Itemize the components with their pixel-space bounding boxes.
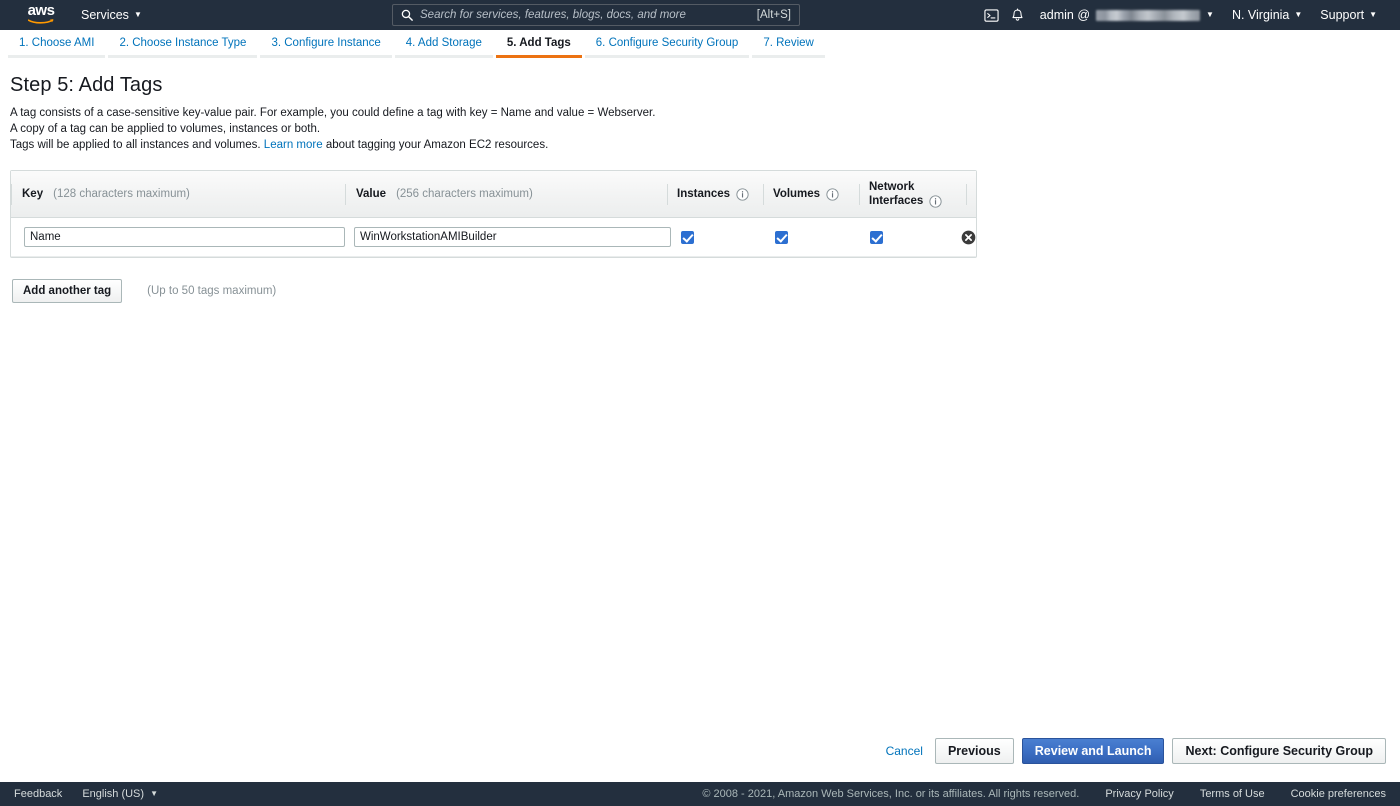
tag-network-interfaces-cell	[856, 230, 961, 244]
aws-logo-text: aws	[27, 2, 55, 19]
description-line-3: Tags will be applied to all instances an…	[10, 137, 1400, 153]
global-navigation-bar: aws Services ▼ [Alt+S]	[0, 0, 1400, 30]
bell-icon	[1012, 8, 1023, 21]
account-id-redacted	[1096, 9, 1201, 21]
tag-limit-hint: (Up to 50 tags maximum)	[147, 285, 277, 297]
tag-value-input[interactable]	[354, 227, 671, 247]
column-header-value-hint: (256 characters maximum)	[396, 188, 533, 200]
tag-key-input[interactable]	[24, 227, 345, 247]
tag-table-body	[11, 218, 976, 257]
tag-value-cell	[345, 227, 671, 247]
tag-network-interfaces-checkbox[interactable]	[869, 230, 883, 244]
copyright-text: © 2008 - 2021, Amazon Web Services, Inc.…	[702, 788, 1080, 800]
search-input[interactable]	[420, 9, 751, 21]
info-circle-icon[interactable]	[929, 194, 942, 208]
column-header-volumes: Volumes	[763, 171, 859, 217]
info-circle-icon[interactable]	[736, 187, 749, 201]
search-icon	[401, 9, 413, 21]
description-line-1: A tag consists of a case-sensitive key-v…	[10, 107, 656, 119]
tab-configure-instance[interactable]: 3. Configure Instance	[260, 31, 392, 58]
column-header-key-label: Key	[22, 188, 44, 200]
tag-volumes-cell	[761, 230, 855, 244]
description-line-2: A copy of a tag can be applied to volume…	[10, 123, 321, 135]
tag-key-cell	[11, 227, 345, 247]
tab-choose-ami[interactable]: 1. Choose AMI	[8, 31, 106, 58]
account-menu[interactable]: admin @ ▼	[1031, 0, 1223, 30]
tab-review[interactable]: 7. Review	[752, 31, 825, 58]
column-header-instances-label: Instances	[677, 188, 731, 200]
language-picker[interactable]: English (US) ▼	[82, 788, 158, 800]
column-header-network-interfaces-label-line2: Interfaces	[869, 195, 924, 207]
learn-more-link[interactable]: Learn more	[264, 139, 323, 151]
support-menu[interactable]: Support ▼	[1311, 0, 1386, 30]
aws-logo-swoosh-icon	[28, 19, 54, 24]
global-nav-right-group: admin @ ▼ N. Virginia ▼ Support ▼	[979, 0, 1400, 30]
description-line-3-pre: Tags will be applied to all instances an…	[10, 139, 261, 151]
footer-left-group: Feedback English (US) ▼	[0, 788, 158, 800]
cloudshell-terminal-icon	[984, 8, 999, 22]
next-configure-security-group-button[interactable]: Next: Configure Security Group	[1172, 738, 1386, 764]
chevron-down-icon: ▼	[133, 10, 142, 19]
chevron-down-icon: ▼	[1369, 10, 1377, 19]
notifications-button[interactable]	[1005, 0, 1031, 30]
tag-remove-cell	[961, 230, 976, 245]
column-header-instances: Instances	[667, 171, 763, 217]
search-shortcut-hint: [Alt+S]	[756, 9, 791, 21]
add-tag-controls: Add another tag (Up to 50 tags maximum)	[10, 279, 1400, 303]
region-menu[interactable]: N. Virginia ▼	[1223, 0, 1311, 30]
privacy-policy-link[interactable]: Privacy Policy	[1105, 788, 1173, 800]
region-label: N. Virginia	[1231, 8, 1290, 22]
tag-table: Key (128 characters maximum) Value (256 …	[10, 170, 977, 258]
description-line-3-post: about tagging your Amazon EC2 resources.	[325, 139, 549, 151]
footer-right-group: © 2008 - 2021, Amazon Web Services, Inc.…	[702, 788, 1400, 800]
column-header-key: Key (128 characters maximum)	[11, 171, 345, 217]
tag-instances-cell	[667, 230, 761, 244]
tab-add-storage[interactable]: 4. Add Storage	[394, 31, 493, 58]
tag-instances-checkbox[interactable]	[681, 230, 694, 244]
previous-button[interactable]: Previous	[934, 738, 1014, 764]
column-header-actions	[966, 171, 976, 217]
column-header-network-interfaces-label-line1: Network	[869, 181, 915, 193]
support-label: Support	[1320, 8, 1365, 22]
terms-of-use-link[interactable]: Terms of Use	[1200, 788, 1265, 800]
column-divider	[966, 183, 967, 205]
services-menu[interactable]: Services ▼	[72, 0, 151, 30]
column-header-key-hint: (128 characters maximum)	[53, 188, 190, 200]
tag-table-header-row: Key (128 characters maximum) Value (256 …	[11, 171, 976, 218]
main-content: Step 5: Add Tags A tag consists of a cas…	[0, 58, 1400, 303]
add-another-tag-button[interactable]: Add another tag	[12, 279, 123, 303]
page-footer: Feedback English (US) ▼ © 2008 - 2021, A…	[0, 782, 1400, 806]
page-title: Step 5: Add Tags	[10, 74, 163, 96]
tab-add-tags[interactable]: 5. Add Tags	[495, 31, 582, 58]
tag-volumes-checkbox[interactable]	[775, 230, 789, 244]
aws-logo[interactable]: aws	[22, 2, 60, 26]
column-header-network-interfaces: Network Interfaces	[859, 171, 966, 217]
global-search-box[interactable]: [Alt+S]	[392, 4, 800, 26]
wizard-action-bar: Cancel Previous Review and Launch Next: …	[886, 738, 1386, 764]
tab-configure-security-group[interactable]: 6. Configure Security Group	[584, 31, 750, 58]
cancel-button[interactable]: Cancel	[886, 744, 923, 758]
chevron-down-icon: ▼	[1206, 10, 1214, 19]
tab-choose-instance-type[interactable]: 2. Choose Instance Type	[108, 31, 258, 58]
review-and-launch-button[interactable]: Review and Launch	[1021, 738, 1165, 764]
wizard-step-tabs: 1. Choose AMI 2. Choose Instance Type 3.…	[0, 30, 1400, 58]
remove-circle-x-icon[interactable]	[961, 230, 976, 245]
chevron-down-icon: ▼	[1294, 10, 1303, 19]
chevron-down-icon: ▼	[150, 789, 158, 798]
services-menu-label: Services	[81, 8, 129, 22]
feedback-link[interactable]: Feedback	[14, 788, 62, 800]
column-header-value-label: Value	[356, 188, 387, 200]
column-header-value: Value (256 characters maximum)	[345, 171, 667, 217]
column-header-volumes-label: Volumes	[773, 188, 821, 200]
table-row	[11, 218, 976, 257]
cloudshell-button[interactable]	[979, 0, 1005, 30]
info-circle-icon[interactable]	[826, 187, 839, 201]
account-label: admin @	[1039, 8, 1091, 22]
language-label: English (US)	[82, 788, 145, 800]
cookie-preferences-link[interactable]: Cookie preferences	[1291, 788, 1386, 800]
